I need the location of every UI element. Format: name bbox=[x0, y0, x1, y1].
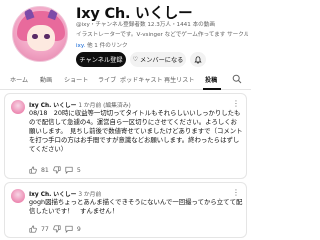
community-post: Ixy Ch. いくしー 1 か月前 (編集済み) ⋮ 08/18 20時に収益… bbox=[4, 93, 247, 179]
tab-live[interactable]: ライブ bbox=[98, 75, 116, 84]
channel-link-extra[interactable]: 他 1 件のリンク bbox=[87, 43, 128, 49]
membership-label: メンバーになる bbox=[140, 57, 184, 64]
tab-shorts[interactable]: ショート bbox=[64, 75, 88, 84]
notification-bell-button[interactable] bbox=[190, 52, 206, 67]
comment-count[interactable]: 5 bbox=[77, 167, 81, 174]
channel-description[interactable]: イラストレーターです。Ⅴ-vsinger などでゲーム作ってます サークル名 E… bbox=[76, 30, 248, 38]
comment-count[interactable]: 9 bbox=[77, 226, 81, 233]
like-count: 77 bbox=[41, 225, 49, 233]
comment-icon[interactable] bbox=[65, 166, 73, 174]
post-author: Ixy Ch. いくしー 3 か月前 bbox=[29, 189, 101, 198]
tab-podcasts[interactable]: ポッドキャスト bbox=[120, 75, 163, 84]
post-actions: 77 9 bbox=[29, 223, 81, 235]
more-options-icon[interactable]: ⋮ bbox=[232, 188, 240, 197]
more-options-icon[interactable]: ⋮ bbox=[232, 99, 240, 108]
post-author-avatar[interactable] bbox=[11, 100, 25, 114]
tab-videos[interactable]: 動画 bbox=[40, 75, 52, 84]
tab-home[interactable]: ホーム bbox=[10, 75, 28, 84]
channel-links[interactable]: ixy. 他 1 件のリンク bbox=[76, 41, 128, 49]
like-icon[interactable] bbox=[29, 166, 37, 174]
tab-playlists[interactable]: 再生リスト bbox=[164, 75, 194, 84]
post-actions: 81 5 bbox=[29, 164, 81, 176]
search-icon[interactable] bbox=[232, 74, 242, 84]
channel-avatar[interactable] bbox=[12, 6, 68, 62]
bell-icon bbox=[194, 55, 202, 63]
like-icon[interactable] bbox=[29, 225, 37, 233]
post-text: 08/18 20時に収益等一切切ってタイトルもそれらしいいしっかりしたもので配信… bbox=[29, 109, 243, 153]
channel-header: Ixy Ch. いくしー @ixy・チャンネル登録者数 12.3万人・1441 … bbox=[0, 0, 251, 70]
heart-icon: ♡ bbox=[132, 56, 139, 63]
dislike-icon[interactable] bbox=[53, 166, 61, 174]
dislike-icon[interactable] bbox=[53, 225, 61, 233]
membership-button[interactable]: ♡ メンバーになる bbox=[130, 52, 186, 67]
tab-posts[interactable]: 投稿 bbox=[205, 75, 217, 84]
post-text: gogh図描ちょっとあんま描くできそうにないんで一回撮ってから立てて配信したいで… bbox=[29, 198, 243, 215]
channel-link[interactable]: ixy. bbox=[76, 43, 85, 49]
comment-icon[interactable] bbox=[65, 225, 73, 233]
subscribe-button[interactable]: チャンネル登録 bbox=[76, 52, 126, 67]
active-tab-indicator bbox=[203, 88, 221, 90]
like-count: 81 bbox=[41, 166, 49, 174]
post-author-avatar[interactable] bbox=[11, 189, 25, 203]
post-author: Ixy Ch. いくしー 1 か月前 (編集済み) bbox=[29, 100, 131, 109]
channel-meta: @ixy・チャンネル登録者数 12.3万人・1441 本の動画 bbox=[76, 22, 215, 28]
community-post: Ixy Ch. いくしー 3 か月前 ⋮ gogh図描ちょっとあんま描くできそう… bbox=[4, 182, 247, 238]
channel-tabs: ホーム 動画 ショート ライブ ポッドキャスト 再生リスト 投稿 bbox=[0, 72, 251, 90]
